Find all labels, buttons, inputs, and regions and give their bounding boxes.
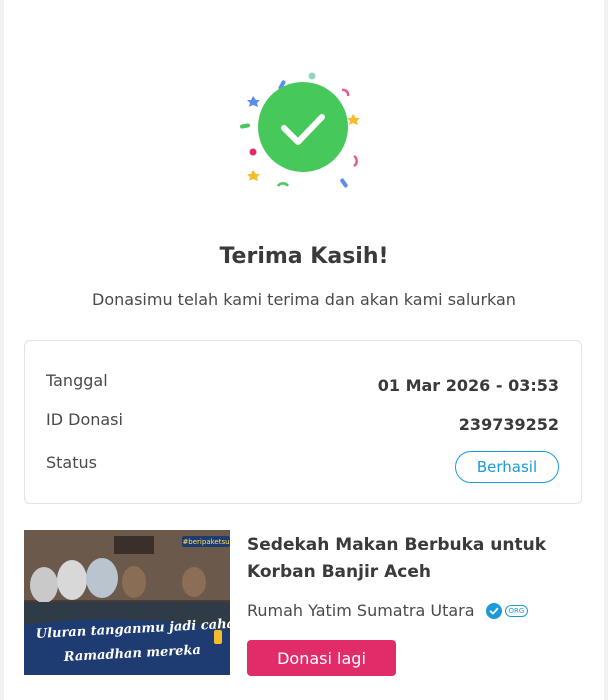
donate-again-button[interactable]: Donasi lagi bbox=[247, 640, 396, 676]
page-title: Terima Kasih! bbox=[219, 244, 389, 269]
image-hashtag: #beripaketsu bbox=[182, 538, 229, 546]
success-message: Donasimu telah kami terima dan akan kami… bbox=[92, 290, 516, 309]
date-value: 01 Mar 2026 - 03:53 bbox=[377, 376, 559, 395]
verified-badge: ORG bbox=[485, 602, 529, 619]
success-circle bbox=[258, 82, 348, 172]
verified-icon bbox=[485, 602, 502, 619]
status-label: Status bbox=[46, 453, 97, 472]
organizer-name: Rumah Yatim Sumatra Utara bbox=[247, 601, 475, 620]
campaign-image[interactable]: #beripaketsu Uluran tanganmu jadi cahaya… bbox=[24, 530, 230, 675]
organizer[interactable]: Rumah Yatim Sumatra Utara ORG bbox=[247, 601, 529, 620]
donation-id-value: 239739252 bbox=[458, 415, 559, 434]
status-badge: Berhasil bbox=[455, 451, 559, 483]
org-badge: ORG bbox=[504, 604, 529, 617]
donation-id-label: ID Donasi bbox=[46, 410, 123, 429]
donation-details-card: Tanggal 01 Mar 2026 - 03:53 ID Donasi 23… bbox=[24, 340, 582, 504]
date-label: Tanggal bbox=[46, 371, 108, 390]
page: Terima Kasih! Donasimu telah kami terima… bbox=[4, 0, 604, 700]
success-illustration bbox=[240, 72, 360, 188]
campaign-title[interactable]: Sedekah Makan Berbuka untuk Korban Banji… bbox=[247, 532, 592, 586]
